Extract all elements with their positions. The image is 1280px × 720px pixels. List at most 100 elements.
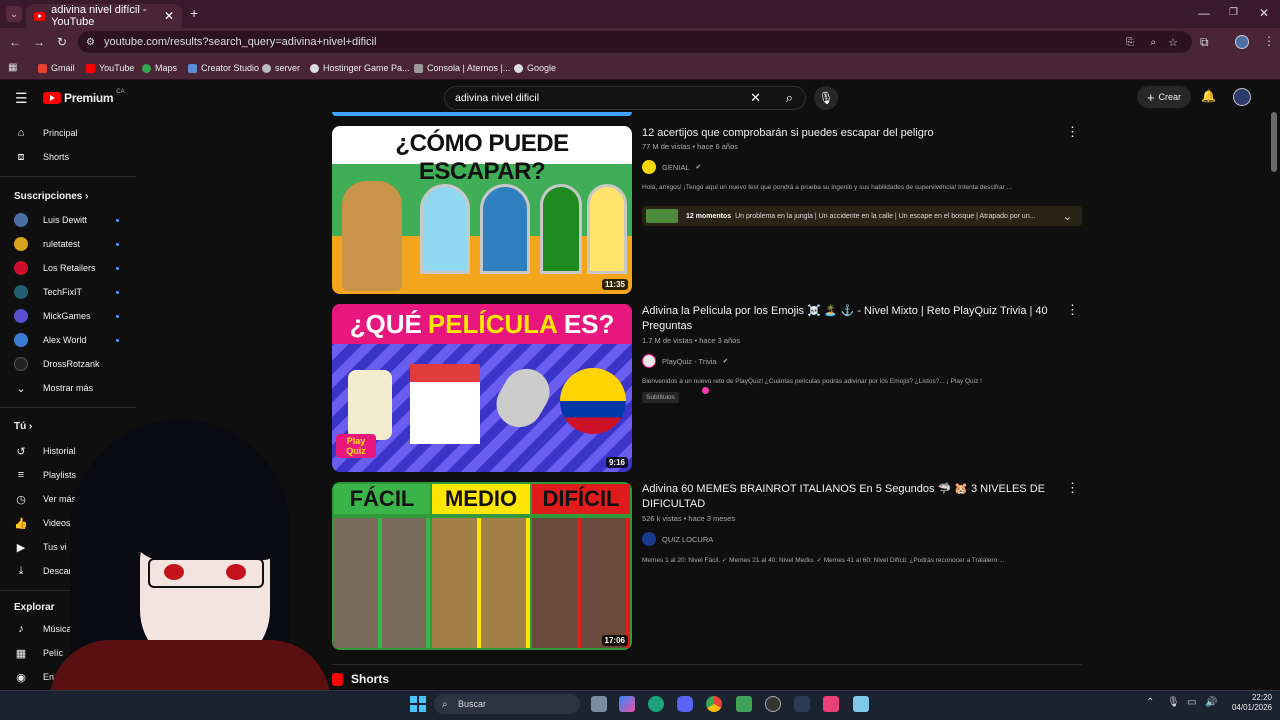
page-scrollbar[interactable] xyxy=(1271,112,1277,172)
profile-avatar[interactable] xyxy=(1235,35,1249,49)
start-button[interactable] xyxy=(410,696,426,712)
house-icon xyxy=(410,364,480,444)
youtube-logo[interactable]: Premium CA xyxy=(43,89,125,105)
duration-badge: 11:35 xyxy=(601,279,628,290)
level-label-easy: FÁCIL xyxy=(334,484,430,514)
close-window-icon[interactable]: ✕ xyxy=(1259,7,1269,19)
search-input[interactable]: adivina nivel dificil ✕ ⌕ xyxy=(444,86,806,110)
subscription-item[interactable]: DrossRotzank xyxy=(0,353,136,375)
subscriptions-heading[interactable]: Suscripciones › xyxy=(14,191,88,202)
forward-icon[interactable]: → xyxy=(33,36,45,48)
address-bar[interactable]: ⚙ youtube.com/results?search_query=adivi… xyxy=(78,31,1192,53)
voice-search-icon[interactable]: 🎙 xyxy=(814,86,838,110)
channel-link[interactable]: GENIAL ✔ xyxy=(642,160,701,174)
show-more-button[interactable]: ⌄ Mostrar más xyxy=(0,377,136,399)
edge-icon[interactable] xyxy=(648,696,664,712)
volume-icon[interactable]: 🔊 xyxy=(1205,697,1217,708)
bookmark-gmail[interactable]: Gmail xyxy=(38,56,75,80)
close-tab-icon[interactable]: ✕ xyxy=(164,9,174,23)
new-content-dot xyxy=(116,266,119,270)
minimize-icon[interactable]: — xyxy=(1198,7,1210,19)
discord-icon[interactable] xyxy=(677,696,693,712)
address-toolbar: ← → ↻ ⚙ youtube.com/results?search_query… xyxy=(0,28,1280,56)
account-avatar[interactable] xyxy=(1233,88,1251,106)
tab-search-icon[interactable]: ⌄ xyxy=(6,6,22,22)
chevron-down-icon[interactable]: ⌄ xyxy=(1063,210,1072,223)
subscription-item[interactable]: TechFixIT xyxy=(0,281,136,303)
new-content-dot xyxy=(116,242,119,246)
subscription-item[interactable]: Alex World xyxy=(0,329,136,351)
subscription-item[interactable]: MickGames xyxy=(0,305,136,327)
chrome-menu-icon[interactable]: ⋮ xyxy=(1263,35,1275,47)
copilot-icon[interactable] xyxy=(619,696,635,712)
search-icon[interactable]: ⌕ xyxy=(786,90,793,106)
subscription-item[interactable]: ruletatest xyxy=(0,233,136,255)
bookmark-youtube[interactable]: YouTube xyxy=(86,56,134,80)
duration-badge: 9:16 xyxy=(605,457,628,468)
more-actions-icon[interactable]: ⋮ xyxy=(1066,302,1079,318)
flag-circle-icon xyxy=(560,368,626,434)
back-icon[interactable]: ← xyxy=(9,36,21,48)
playquiz-badge: Play Quiz xyxy=(336,434,376,458)
bookmark-aternos[interactable]: Consola | Aternos |... xyxy=(414,56,510,80)
bookmark-maps[interactable]: Maps xyxy=(142,56,177,80)
chrome-icon[interactable] xyxy=(706,696,722,712)
shorts-section-heading[interactable]: Shorts xyxy=(332,672,389,686)
chapters-bar[interactable]: 12 momentos Un problema en la jungla | U… xyxy=(642,206,1082,226)
chapters-count: 12 momentos xyxy=(686,212,732,220)
bookmark-creator-studio[interactable]: Creator Studio xyxy=(188,56,259,80)
video-title[interactable]: Adivina la Película por los Emojis ☠️ 🏝️… xyxy=(642,304,1062,334)
sidebar-item-home[interactable]: ⌂ Principal xyxy=(0,122,136,144)
bookmark-hostinger[interactable]: Hostinger Game Pa... xyxy=(310,56,410,80)
reload-icon[interactable]: ↻ xyxy=(57,36,67,48)
bookmark-server[interactable]: server xyxy=(262,56,300,80)
duration-badge: 17:06 xyxy=(601,635,628,646)
meme-grid-hard xyxy=(532,518,630,648)
more-actions-icon[interactable]: ⋮ xyxy=(1066,480,1079,496)
video-title[interactable]: Adivina 60 MEMES BRAINROT ITALIANOS En 5… xyxy=(642,482,1062,512)
vtube-studio-icon[interactable] xyxy=(853,696,869,712)
video-thumbnail[interactable]: FÁCIL MEDIO DIFÍCIL 17:06 xyxy=(332,482,632,650)
subscription-item[interactable]: Luis Dewitt xyxy=(0,209,136,231)
youtube-play-icon xyxy=(43,92,61,104)
channel-link[interactable]: PlayQuiz - Trivia ✔ xyxy=(642,354,728,368)
microphone-tray-icon[interactable]: 🎙 xyxy=(1167,697,1180,708)
browser-tab-youtube[interactable]: adivina nivel difícil - YouTube ✕ xyxy=(26,4,182,28)
level-label-medium: MEDIO xyxy=(432,484,530,514)
bookmark-google[interactable]: Google xyxy=(514,56,556,80)
apps-grid-icon[interactable]: ▦ xyxy=(8,62,17,74)
extensions-icon[interactable]: ⧉ xyxy=(1200,36,1209,48)
active-app-icon[interactable] xyxy=(823,696,839,712)
channel-link[interactable]: QUIZ LOCURA xyxy=(642,532,713,546)
taskbar-search[interactable]: ⌕ Buscar xyxy=(434,694,580,714)
app-icon[interactable] xyxy=(736,696,752,712)
restore-icon[interactable]: ❐ xyxy=(1229,7,1238,19)
new-tab-icon[interactable]: + xyxy=(190,6,198,20)
results-divider xyxy=(332,664,1082,665)
clear-search-icon[interactable]: ✕ xyxy=(750,90,761,106)
video-title[interactable]: 12 acertijos que comprobarán si puedes e… xyxy=(642,126,1062,141)
clock[interactable]: 22:20 04/01/2026 xyxy=(1222,693,1272,713)
site-info-icon[interactable]: ⚙ xyxy=(86,37,95,48)
more-actions-icon[interactable]: ⋮ xyxy=(1066,124,1079,140)
obs-icon[interactable] xyxy=(765,696,781,712)
install-app-icon[interactable]: ⎘ xyxy=(1126,37,1134,48)
playlist-icon: ≡ xyxy=(17,469,25,481)
subscription-item[interactable]: Los Retailers xyxy=(0,257,136,279)
video-thumbnail[interactable]: ¿QUÉ PELÍCULA ES? Play Quiz 9:16 xyxy=(332,304,632,472)
menu-icon[interactable]: ☰ xyxy=(15,90,28,107)
create-button[interactable]: + Crear xyxy=(1137,86,1191,108)
audio-app-icon[interactable] xyxy=(794,696,810,712)
video-thumbnail[interactable]: ¿CÓMO PUEDE ESCAPAR? 11:35 xyxy=(332,126,632,294)
bookmark-star-icon[interactable]: ☆ xyxy=(1168,36,1178,49)
notifications-bell-icon[interactable]: 🔔 xyxy=(1201,89,1216,103)
sidebar-item-shorts[interactable]: ⧈ Shorts xyxy=(0,146,136,168)
channel-avatar xyxy=(642,160,656,174)
channel-avatar xyxy=(14,333,28,347)
zoom-icon[interactable]: ⌕ xyxy=(1150,37,1156,48)
channel-avatar xyxy=(14,357,28,371)
chapters-text: Un problema en la jungla | Un accidente … xyxy=(735,212,1036,220)
task-view-icon[interactable] xyxy=(591,696,607,712)
network-icon[interactable]: ▭ xyxy=(1187,697,1196,708)
tray-chevron-icon[interactable]: ⌃ xyxy=(1146,697,1154,708)
